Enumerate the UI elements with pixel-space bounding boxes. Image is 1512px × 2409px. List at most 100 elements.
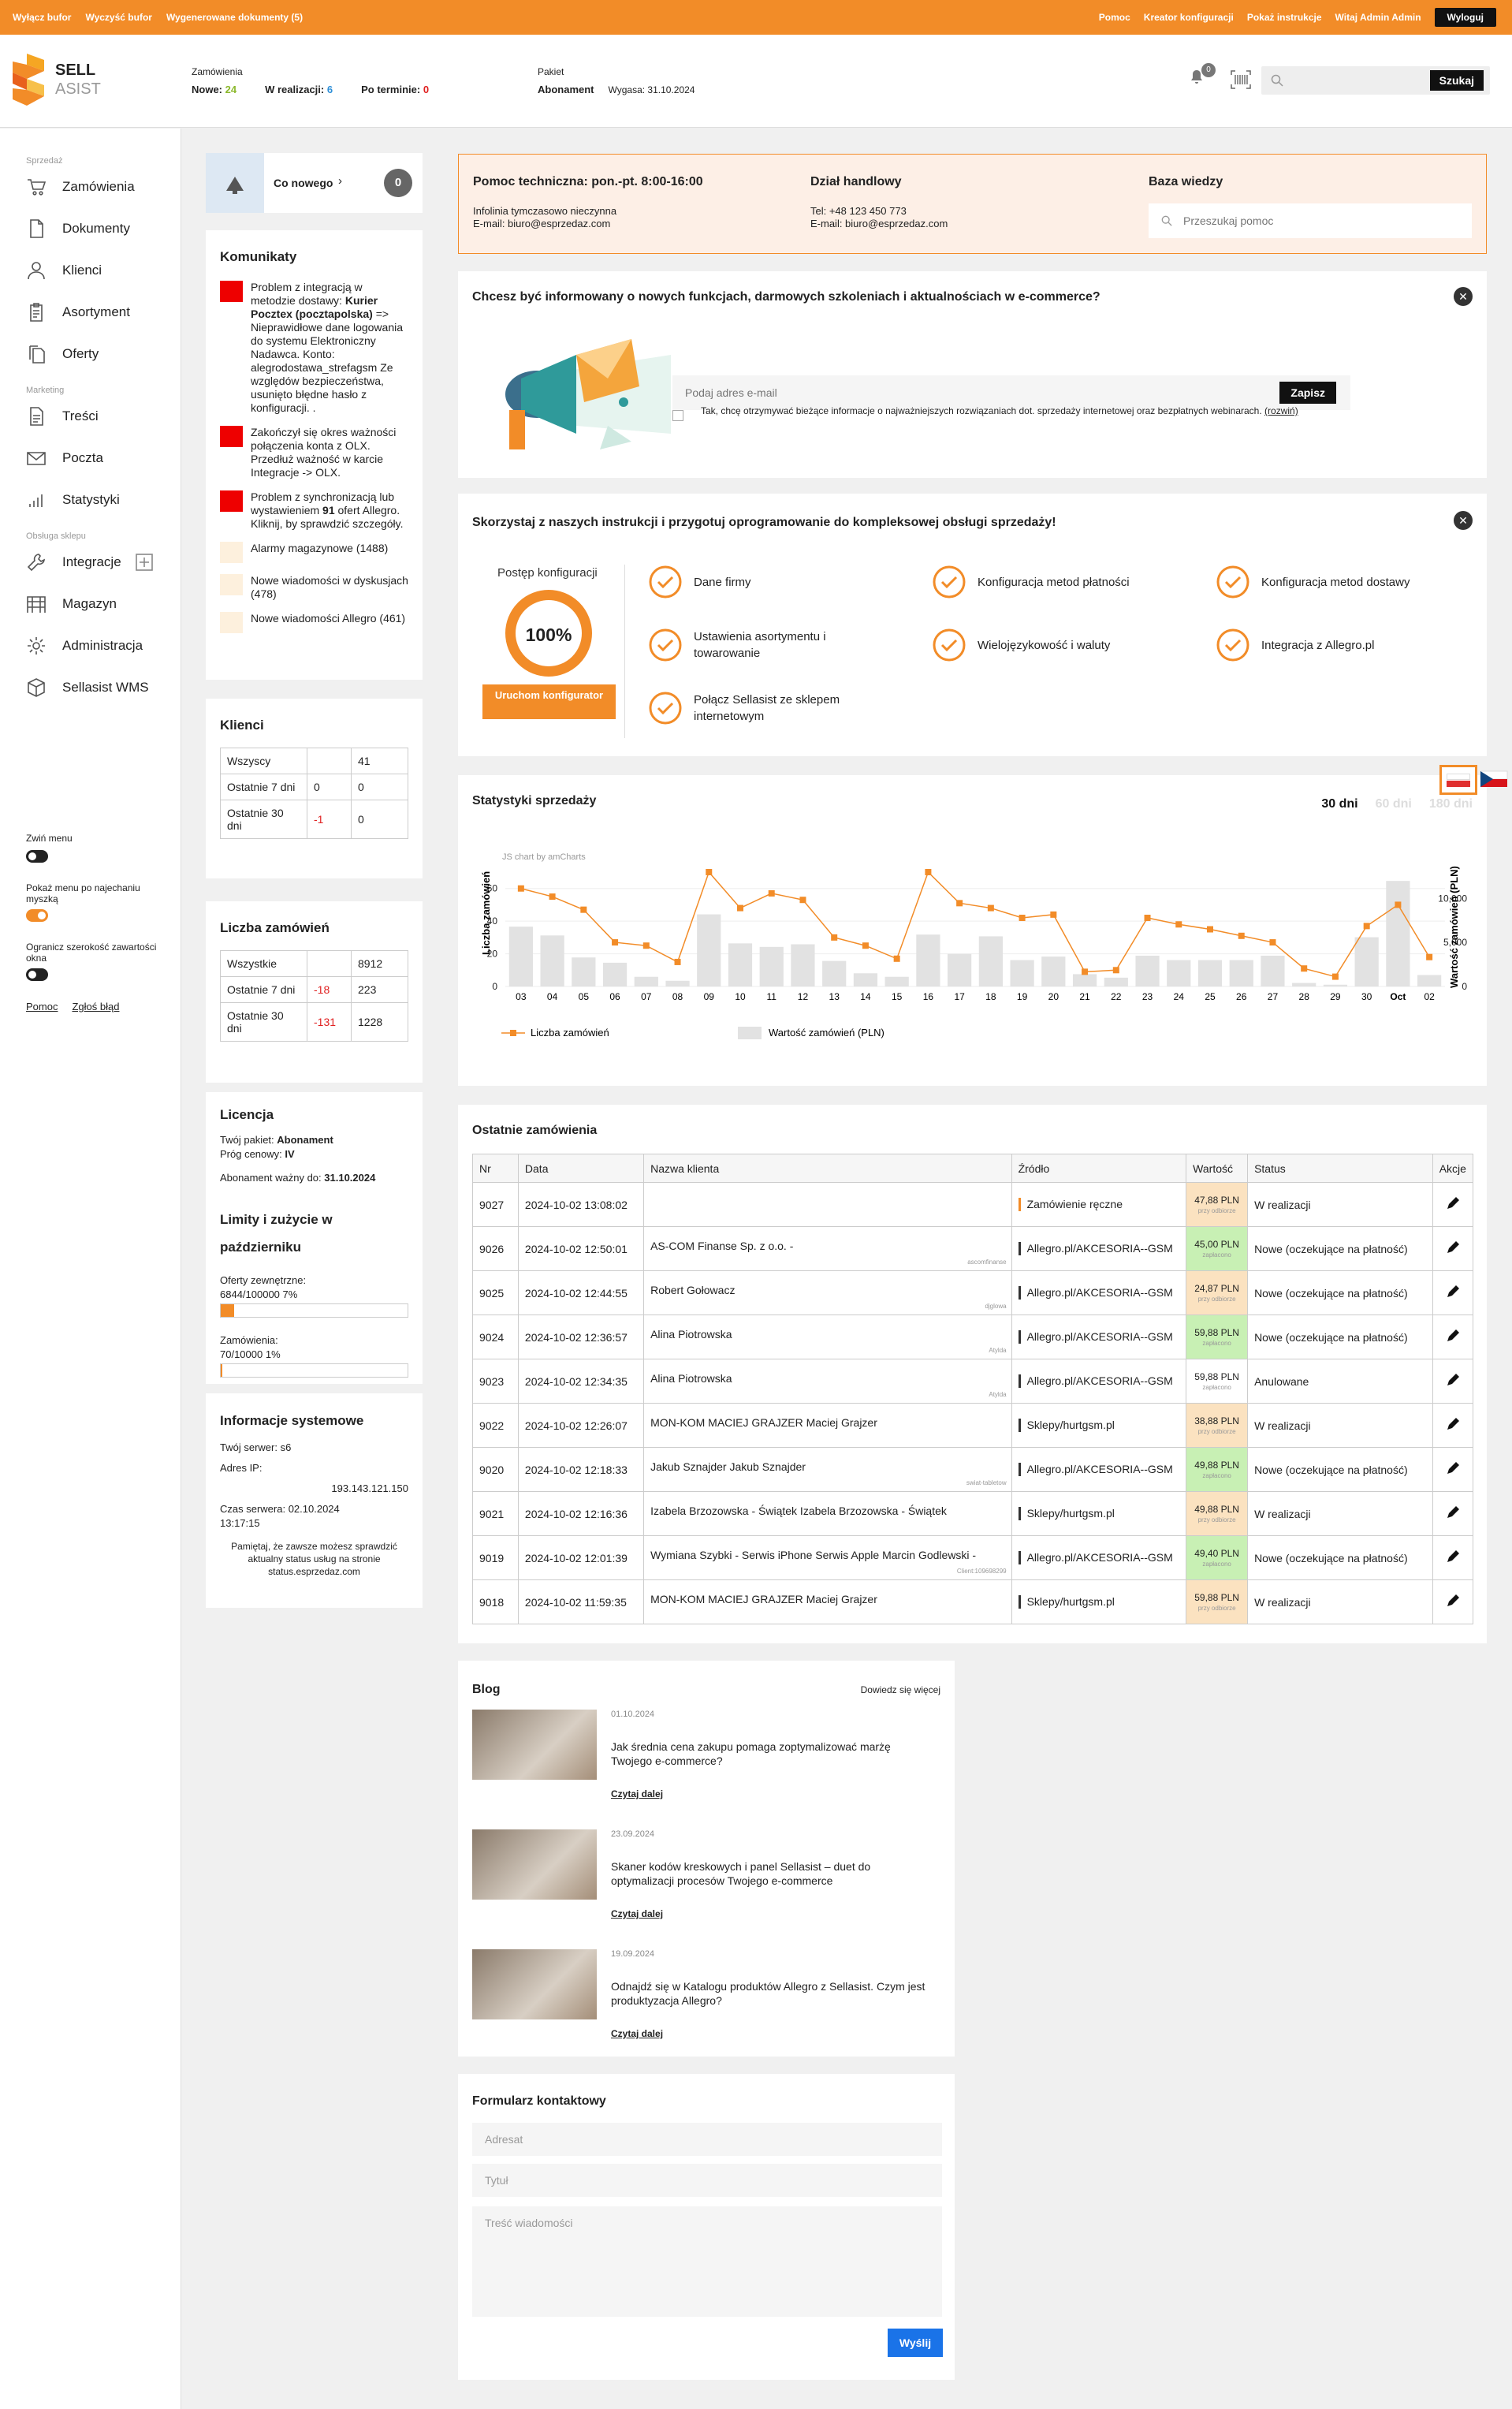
flag-cz-button[interactable] <box>1479 769 1509 789</box>
edit-pencil-icon[interactable] <box>1445 1372 1461 1388</box>
sidebar-item-mail[interactable]: Poczta <box>0 437 181 479</box>
tab-30-days[interactable]: 30 dni <box>1321 797 1357 811</box>
config-step[interactable]: Wielojęzykowość i waluty <box>932 628 1160 662</box>
recipient-field[interactable]: Adresat <box>472 2123 942 2156</box>
close-icon[interactable]: ✕ <box>1454 511 1473 530</box>
limit-width-toggle[interactable] <box>26 968 48 981</box>
edit-pencil-icon[interactable] <box>1445 1549 1461 1564</box>
sidebar-item-administration[interactable]: Administracja <box>0 625 181 666</box>
blog-post-title[interactable]: Jak średnia cena zakupu pomaga zoptymali… <box>611 1740 926 1768</box>
disable-buffer-link[interactable]: Wyłącz bufor <box>13 0 71 35</box>
order-number[interactable]: 9023 <box>472 1359 519 1404</box>
sales-phone[interactable]: Tel: +48 123 450 773 <box>810 205 907 217</box>
edit-pencil-icon[interactable] <box>1445 1416 1461 1432</box>
message-item[interactable]: Nowe wiadomości Allegro (461) <box>220 612 408 633</box>
read-more-link[interactable]: Czytaj dalej <box>611 1788 663 1799</box>
global-search-input[interactable] <box>1293 69 1403 91</box>
column-header[interactable]: Nr <box>472 1154 519 1183</box>
sidebar-item-statistics[interactable]: Statystyki <box>0 479 181 520</box>
send-button[interactable]: Wyślij <box>888 2329 943 2357</box>
column-header[interactable]: Status <box>1247 1154 1433 1183</box>
message-item[interactable]: Zakończył się okres ważności połączenia … <box>220 426 408 479</box>
flag-pl-button[interactable] <box>1439 765 1477 795</box>
order-number[interactable]: 9018 <box>472 1579 519 1624</box>
edit-pencil-icon[interactable] <box>1445 1195 1461 1211</box>
sidebar-item-assortment[interactable]: Asortyment <box>0 291 181 333</box>
table-row[interactable]: 9022 2024-10-02 12:26:07 MON-KOM MACIEJ GR… <box>472 1403 1474 1448</box>
edit-pencil-icon[interactable] <box>1445 1593 1461 1609</box>
order-number[interactable]: 9027 <box>472 1182 519 1227</box>
column-header[interactable]: Nazwa klienta <box>643 1154 1012 1183</box>
edit-pencil-icon[interactable] <box>1445 1328 1461 1344</box>
message-item[interactable]: Problem z integracją w metodzie dostawy:… <box>220 281 408 415</box>
blog-post[interactable]: 19.09.2024 Odnajdź się w Katalogu produkt… <box>472 1949 925 2052</box>
show-instructions-link[interactable]: Pokaż instrukcje <box>1247 0 1322 35</box>
collapse-menu-toggle[interactable] <box>26 850 48 863</box>
config-step[interactable]: Połącz Sellasist ze sklepem internetowym <box>648 691 877 725</box>
notifications-bell[interactable]: 0 <box>1187 63 1216 90</box>
newsletter-consent-checkbox[interactable] <box>672 410 683 421</box>
orders-new[interactable]: Nowe: 24 <box>192 84 236 95</box>
newsletter-consent-expand[interactable]: (rozwiń) <box>1264 405 1298 416</box>
config-step[interactable]: Konfiguracja metod dostawy <box>1216 565 1444 599</box>
sidebar-item-documents[interactable]: Dokumenty <box>0 207 181 249</box>
order-number[interactable]: 9022 <box>472 1403 519 1448</box>
read-more-link[interactable]: Czytaj dalej <box>611 1908 663 1919</box>
subject-field[interactable]: Tytuł <box>472 2164 942 2197</box>
table-row[interactable]: 9023 2024-10-02 12:34:35 Alina Piotrowska A… <box>472 1359 1474 1404</box>
sidebar-item-content[interactable]: Treści <box>0 395 181 437</box>
close-icon[interactable]: ✕ <box>1454 287 1473 306</box>
blog-post-image[interactable] <box>472 1829 597 1900</box>
run-configurator-button[interactable]: Uruchom konfigurator <box>482 684 616 719</box>
sidebar-item-wms[interactable]: Sellasist WMS <box>0 666 181 708</box>
table-row[interactable]: 9025 2024-10-02 12:44:55 Robert Gołowacz dj… <box>472 1270 1474 1315</box>
order-number[interactable]: 9021 <box>472 1491 519 1536</box>
sidebar-item-warehouse[interactable]: Magazyn <box>0 583 181 625</box>
global-search-button[interactable]: Szukaj <box>1429 70 1484 91</box>
blog-post-title[interactable]: Odnajdź się w Katalogu produktów Allegro… <box>611 1979 926 2008</box>
message-field[interactable]: Treść wiadomości <box>472 2206 942 2317</box>
knowledge-base-input[interactable] <box>1183 210 1459 232</box>
order-number[interactable]: 9026 <box>472 1226 519 1271</box>
table-row[interactable]: 9018 2024-10-02 11:59:35 MON-KOM MACIEJ GR… <box>472 1579 1474 1624</box>
sidebar-item-clients[interactable]: Klienci <box>0 249 181 291</box>
blog-more-link[interactable]: Dowiedz się więcej <box>861 1684 940 1695</box>
blog-post-image[interactable] <box>472 1949 597 2019</box>
welcome-user[interactable]: Witaj Admin Admin <box>1335 0 1421 35</box>
blog-post[interactable]: 01.10.2024 Jak średnia cena zakupu pomaga… <box>472 1710 914 1812</box>
blog-post[interactable]: 23.09.2024 Skaner kodów kreskowych i pane… <box>472 1829 914 1932</box>
table-row[interactable]: 9021 2024-10-02 12:16:36 Izabela Brzozowsk… <box>472 1491 1474 1536</box>
column-header[interactable]: Akcje <box>1432 1154 1474 1183</box>
sidebar-item-offers[interactable]: Oferty <box>0 333 181 375</box>
config-wizard-link[interactable]: Kreator konfiguracji <box>1144 0 1234 35</box>
config-step[interactable]: Dane firmy <box>648 565 877 599</box>
order-number[interactable]: 9019 <box>472 1535 519 1580</box>
edit-pencil-icon[interactable] <box>1445 1284 1461 1300</box>
newsletter-submit-button[interactable]: Zapisz <box>1279 382 1336 404</box>
generated-docs-link[interactable]: Wygenerowane dokumenty (5) <box>166 0 303 35</box>
message-item[interactable]: Alarmy magazynowe (1488) <box>220 542 408 563</box>
blog-post-title[interactable]: Skaner kodów kreskowych i panel Sellasis… <box>611 1859 926 1888</box>
help-link[interactable]: Pomoc <box>1099 0 1130 35</box>
column-header[interactable]: Data <box>517 1154 645 1183</box>
table-row[interactable]: 9027 2024-10-02 13:08:02 Zamówienie ręczne… <box>472 1182 1474 1227</box>
clear-buffer-link[interactable]: Wyczyść bufor <box>85 0 151 35</box>
tab-180-days[interactable]: 180 dni <box>1429 797 1473 811</box>
hover-menu-toggle[interactable] <box>26 909 48 922</box>
edit-pencil-icon[interactable] <box>1445 1505 1461 1520</box>
table-row[interactable]: 9024 2024-10-02 12:36:57 Alina Piotrowska A… <box>472 1315 1474 1359</box>
config-step[interactable]: Konfiguracja metod płatności <box>932 565 1160 599</box>
edit-pencil-icon[interactable] <box>1445 1240 1461 1255</box>
sidebar-item-orders[interactable]: Zamówienia <box>0 166 181 207</box>
config-step[interactable]: Ustawienia asortymentu i towarowanie <box>648 628 877 662</box>
message-item[interactable]: Nowe wiadomości w dyskusjach (478) <box>220 574 408 601</box>
tab-60-days[interactable]: 60 dni <box>1376 797 1412 811</box>
column-header[interactable]: Źródło <box>1011 1154 1187 1183</box>
table-row[interactable]: 9019 2024-10-02 12:01:39 Wymiana Szybki - … <box>472 1535 1474 1580</box>
table-row[interactable]: 9020 2024-10-02 12:18:33 Jakub Sznajder Ja… <box>472 1447 1474 1492</box>
logout-button[interactable]: Wyloguj <box>1434 8 1496 27</box>
barcode-scanner-icon[interactable] <box>1231 70 1251 89</box>
newsletter-email-input[interactable] <box>685 382 1237 404</box>
sidebar-item-integrations[interactable]: Integracje <box>0 541 181 583</box>
support-email[interactable]: E-mail: biuro@esprzedaz.com <box>473 218 610 229</box>
